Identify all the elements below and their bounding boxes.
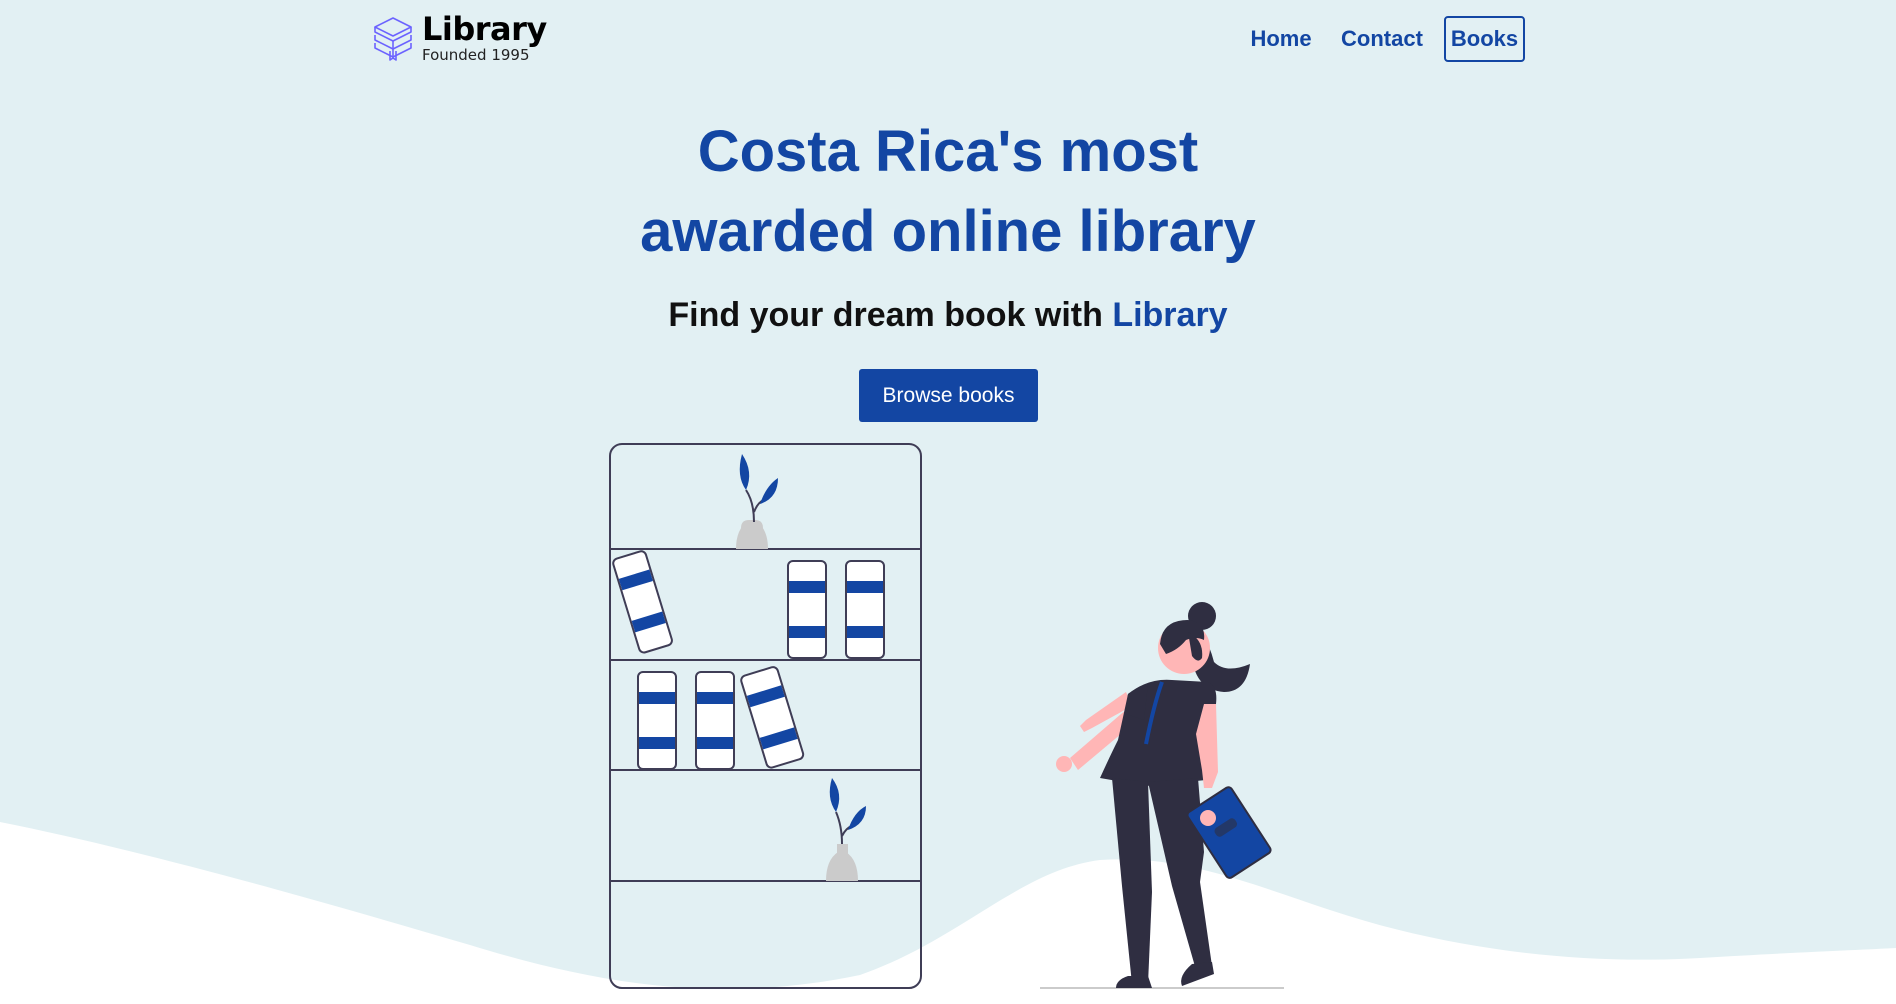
top-navigation: Library Founded 1995 Home Contact Books — [0, 0, 1896, 82]
hero-headline-line2: awarded online library — [640, 199, 1256, 264]
brand-logo[interactable]: Library Founded 1995 — [372, 10, 547, 64]
books-shelf-3 — [637, 666, 805, 770]
nav-books-link[interactable]: Books — [1444, 16, 1525, 62]
plant-pot-bottom — [826, 778, 866, 881]
hero-tagline-accent: Library — [1112, 296, 1228, 334]
hero-tagline: Find your dream book with Library — [448, 291, 1448, 339]
hero-headline: Costa Rica's most awarded online library — [448, 112, 1448, 272]
brand-title: Library — [422, 10, 547, 48]
books-shelf-2 — [612, 550, 885, 659]
nav-contact-link[interactable]: Contact — [1336, 16, 1428, 62]
browse-books-button[interactable]: Browse books — [859, 369, 1038, 422]
woman-reading-illustration — [1040, 602, 1284, 989]
plant-pot-top — [736, 454, 778, 549]
nav-home-link[interactable]: Home — [1245, 16, 1317, 62]
bookshelf-illustration — [609, 443, 922, 989]
stacked-books-icon — [374, 17, 412, 61]
hero-tagline-text: Find your dream book with — [668, 296, 1113, 334]
hero-headline-line1: Costa Rica's most — [697, 119, 1199, 184]
brand-subtitle: Founded 1995 — [422, 46, 530, 64]
